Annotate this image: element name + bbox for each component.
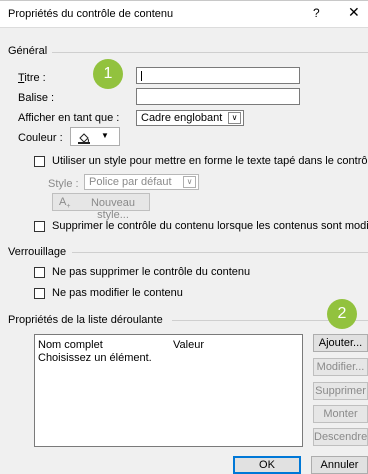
column-header-name: Nom complet bbox=[38, 339, 103, 351]
title-input[interactable] bbox=[136, 67, 300, 84]
general-section-title: Général bbox=[8, 45, 48, 57]
remove-when-edited-checkbox[interactable] bbox=[34, 221, 45, 232]
new-style-icon: A+ bbox=[59, 196, 71, 211]
list-item-name: Choisissez un élément. bbox=[38, 352, 152, 364]
text-cursor bbox=[141, 71, 142, 81]
color-picker-button[interactable]: ▼ bbox=[70, 127, 120, 146]
title-bar: Propriétés du contrôle de contenu ? ✕ bbox=[0, 1, 368, 28]
ok-button[interactable]: OK bbox=[233, 456, 301, 474]
chevron-down-icon: ∨ bbox=[183, 176, 196, 188]
list-item[interactable]: Choisissez un élément. bbox=[35, 351, 302, 365]
new-style-button[interactable]: A+ Nouveau style... bbox=[52, 193, 150, 221]
general-divider bbox=[52, 52, 368, 53]
style-value: Police par défaut bbox=[89, 176, 172, 188]
use-style-checkbox[interactable] bbox=[34, 156, 45, 167]
locking-section-title: Verrouillage bbox=[8, 246, 67, 258]
color-label: Couleur : bbox=[18, 132, 63, 144]
chevron-down-icon: ∨ bbox=[228, 112, 241, 124]
step-badge-1: 1 bbox=[93, 59, 123, 89]
display-as-value: Cadre englobant bbox=[141, 112, 223, 124]
no-delete-checkbox[interactable] bbox=[34, 267, 45, 278]
remove-when-edited-label: Supprimer le contrôle du contenu lorsque… bbox=[52, 220, 368, 232]
display-as-label: Afficher en tant que : bbox=[18, 112, 120, 124]
chevron-down-icon: ▼ bbox=[101, 131, 109, 140]
content-control-properties-dialog: Propriétés du contrôle de contenu ? ✕ Gé… bbox=[0, 0, 368, 474]
style-label: Style : bbox=[48, 178, 79, 190]
no-edit-label: Ne pas modifier le contenu bbox=[52, 287, 183, 299]
tag-label: Balise : bbox=[18, 92, 55, 104]
style-select[interactable]: Police par défaut ∨ bbox=[84, 174, 199, 190]
new-style-label: Nouveau style... bbox=[90, 197, 136, 221]
locking-divider bbox=[72, 252, 368, 253]
no-delete-label: Ne pas supprimer le contrôle du contenu bbox=[52, 266, 251, 278]
dialog-title: Propriétés du contrôle de contenu bbox=[8, 8, 174, 20]
tag-input[interactable] bbox=[136, 88, 300, 105]
step-badge-2: 2 bbox=[327, 299, 357, 329]
help-icon[interactable]: ? bbox=[313, 6, 320, 20]
column-header-value: Valeur bbox=[173, 339, 204, 351]
close-icon[interactable]: ✕ bbox=[348, 4, 360, 21]
modify-button[interactable]: Modifier... bbox=[313, 358, 368, 376]
paint-bucket-icon bbox=[78, 133, 90, 144]
title-label: Titre : bbox=[18, 72, 46, 84]
dropdown-items-list[interactable]: Nom complet Valeur Choisissez un élément… bbox=[34, 334, 303, 447]
dropdown-section-title: Propriétés de la liste déroulante bbox=[8, 314, 163, 326]
move-up-button[interactable]: Monter bbox=[313, 405, 368, 423]
delete-button[interactable]: Supprimer bbox=[313, 382, 368, 400]
use-style-label: Utiliser un style pour mettre en forme l… bbox=[52, 155, 368, 167]
move-down-button[interactable]: Descendre bbox=[313, 428, 368, 446]
display-as-select[interactable]: Cadre englobant ∨ bbox=[136, 110, 244, 126]
add-button[interactable]: Ajouter... bbox=[313, 334, 368, 352]
cancel-button[interactable]: Annuler bbox=[311, 456, 368, 474]
no-edit-checkbox[interactable] bbox=[34, 288, 45, 299]
